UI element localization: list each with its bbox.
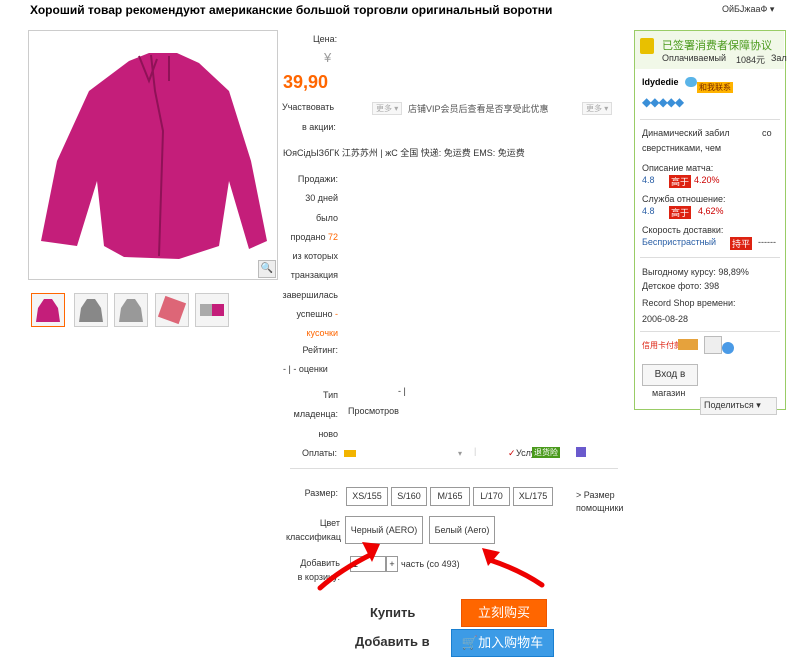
add-to-cart-label: Добавить в [355, 634, 430, 649]
seller-rank-icons: ◆◆◆◆◆ [642, 95, 684, 109]
type-value: Просмотров [348, 406, 399, 416]
rating-label: Рейтинг: [302, 345, 338, 355]
enter-shop-label[interactable]: магазин [652, 388, 685, 398]
jacket-image [41, 53, 267, 259]
price-label: Цена: [313, 34, 338, 44]
photo-row: Детское фото: 398 [642, 281, 720, 291]
service-attitude-value: 4.8 [642, 206, 655, 216]
payment-label: Оплаты: [302, 448, 338, 458]
type-label: Тип младенца: ново [293, 390, 338, 439]
seller-name[interactable]: ldydedie [642, 77, 679, 87]
sidebar-divider-2 [640, 257, 780, 258]
desc-value: 4.8 [642, 175, 655, 185]
shipping-info: ЮяСідЫЗбГК 江苏苏州 | жС 全国 快递: 免运费 EMS: 免运费 [283, 148, 525, 158]
promo-label: Участвовать [282, 102, 335, 112]
credit-card-icon [678, 339, 698, 350]
calendar-icon [704, 336, 722, 354]
separator [290, 468, 618, 469]
zoom-icon[interactable]: 🔍 [258, 260, 276, 278]
add-to-cart-button[interactable]: 🛒加入购物车 [451, 629, 554, 657]
desc-badge: 高于 [669, 175, 692, 188]
annotation-arrows [317, 542, 545, 591]
service-attitude-label: Служба отношение: [642, 194, 726, 204]
size-option-s[interactable]: S/160 [391, 487, 427, 506]
chat-icon[interactable] [685, 77, 697, 87]
payment-dropdown-icon[interactable]: ▾ [458, 449, 462, 458]
sales-block: Продажи: 30 дней было продано 72 из кото… [282, 174, 338, 339]
page-title: Хороший товар рекомендуют американские б… [30, 3, 553, 17]
dynamic-label: Динамический забил [642, 128, 730, 138]
promo-label-2: в акции: [302, 122, 336, 132]
size-label: Размер: [304, 488, 338, 498]
chevron-down-icon: ▾ [756, 400, 761, 410]
chevron-down-icon: ▾ [769, 4, 775, 14]
paid-label: Оплачиваемый [662, 53, 727, 63]
more-dropdown-2[interactable]: 更多 ▾ [582, 102, 613, 115]
desc-pct: 4.20% [694, 175, 720, 185]
dynamic-suffix: со [762, 128, 772, 138]
size-helper-link[interactable]: > Размер помощники [576, 489, 623, 515]
size-option-m[interactable]: M/165 [430, 487, 470, 506]
service-attitude-pct: 4,62% [698, 206, 724, 216]
payment-icon [344, 450, 356, 457]
share-button[interactable]: Поделиться ▾ [700, 397, 777, 415]
size-option-xs[interactable]: XS/155 [346, 487, 388, 506]
badge-icon [722, 342, 734, 354]
checkmark-icon: ✓ [508, 448, 516, 458]
sales-count: 72 [327, 231, 338, 242]
guarantee-title: 已签署消费者保障协议 [662, 40, 772, 52]
type-marks: - | [398, 386, 406, 396]
paid-value: 1084元 [736, 55, 766, 65]
thumbnail-2[interactable] [74, 293, 108, 327]
product-main-image[interactable] [28, 30, 278, 280]
more-dropdown-1[interactable]: 更多 ▾ [372, 102, 403, 115]
course-row: Выгодному курсу: 98,89% [642, 267, 749, 277]
guarantee-icon [640, 38, 654, 54]
thumbnail-5[interactable] [195, 293, 229, 327]
size-option-xl[interactable]: XL/175 [513, 487, 553, 506]
buy-now-button[interactable]: 立刻购买 [461, 599, 547, 627]
price-value: 39,90 [283, 72, 329, 92]
thumbnail-4[interactable] [155, 293, 189, 327]
service-badge: 退货险 [532, 447, 560, 458]
service-attitude-badge: 高于 [669, 206, 692, 219]
delivery-value: Беспристрастный [642, 237, 717, 247]
rating-text: - | - оценки [283, 364, 328, 374]
credit-card-label: 信用卡付款 [642, 341, 682, 350]
contact-button[interactable]: 和我联系 [697, 82, 733, 93]
size-option-l[interactable]: L/170 [473, 487, 510, 506]
thumbnail-3[interactable] [114, 293, 148, 327]
cart-icon: 🛒 [461, 635, 479, 650]
top-right-menu[interactable]: ОйБЈжааФ ▾ [722, 4, 774, 15]
flag-icon [576, 447, 586, 457]
dynamic-label-2: сверстниками, чем [642, 143, 722, 153]
promo-text: 店铺VIP会员后查看是否享受此优惠 [408, 104, 549, 114]
sidebar-divider-1 [640, 119, 780, 120]
record-label: Record Shop времени: [642, 298, 736, 308]
buy-label: Купить [370, 605, 416, 620]
delivery-label: Скорость доставки: [642, 225, 724, 235]
divider: | [474, 446, 477, 456]
sidebar-divider-3 [640, 331, 780, 332]
delivery-pct: ------ [758, 237, 776, 247]
thumbnail-1[interactable] [31, 293, 65, 327]
delivery-badge: 持平 [730, 237, 753, 250]
enter-shop-button[interactable]: Вход в [642, 364, 698, 386]
paid-suffix: Зал [771, 53, 787, 63]
desc-label: Описание матча: [642, 163, 714, 173]
record-value: 2006-08-28 [642, 314, 689, 324]
currency-symbol: ¥ [324, 50, 332, 65]
